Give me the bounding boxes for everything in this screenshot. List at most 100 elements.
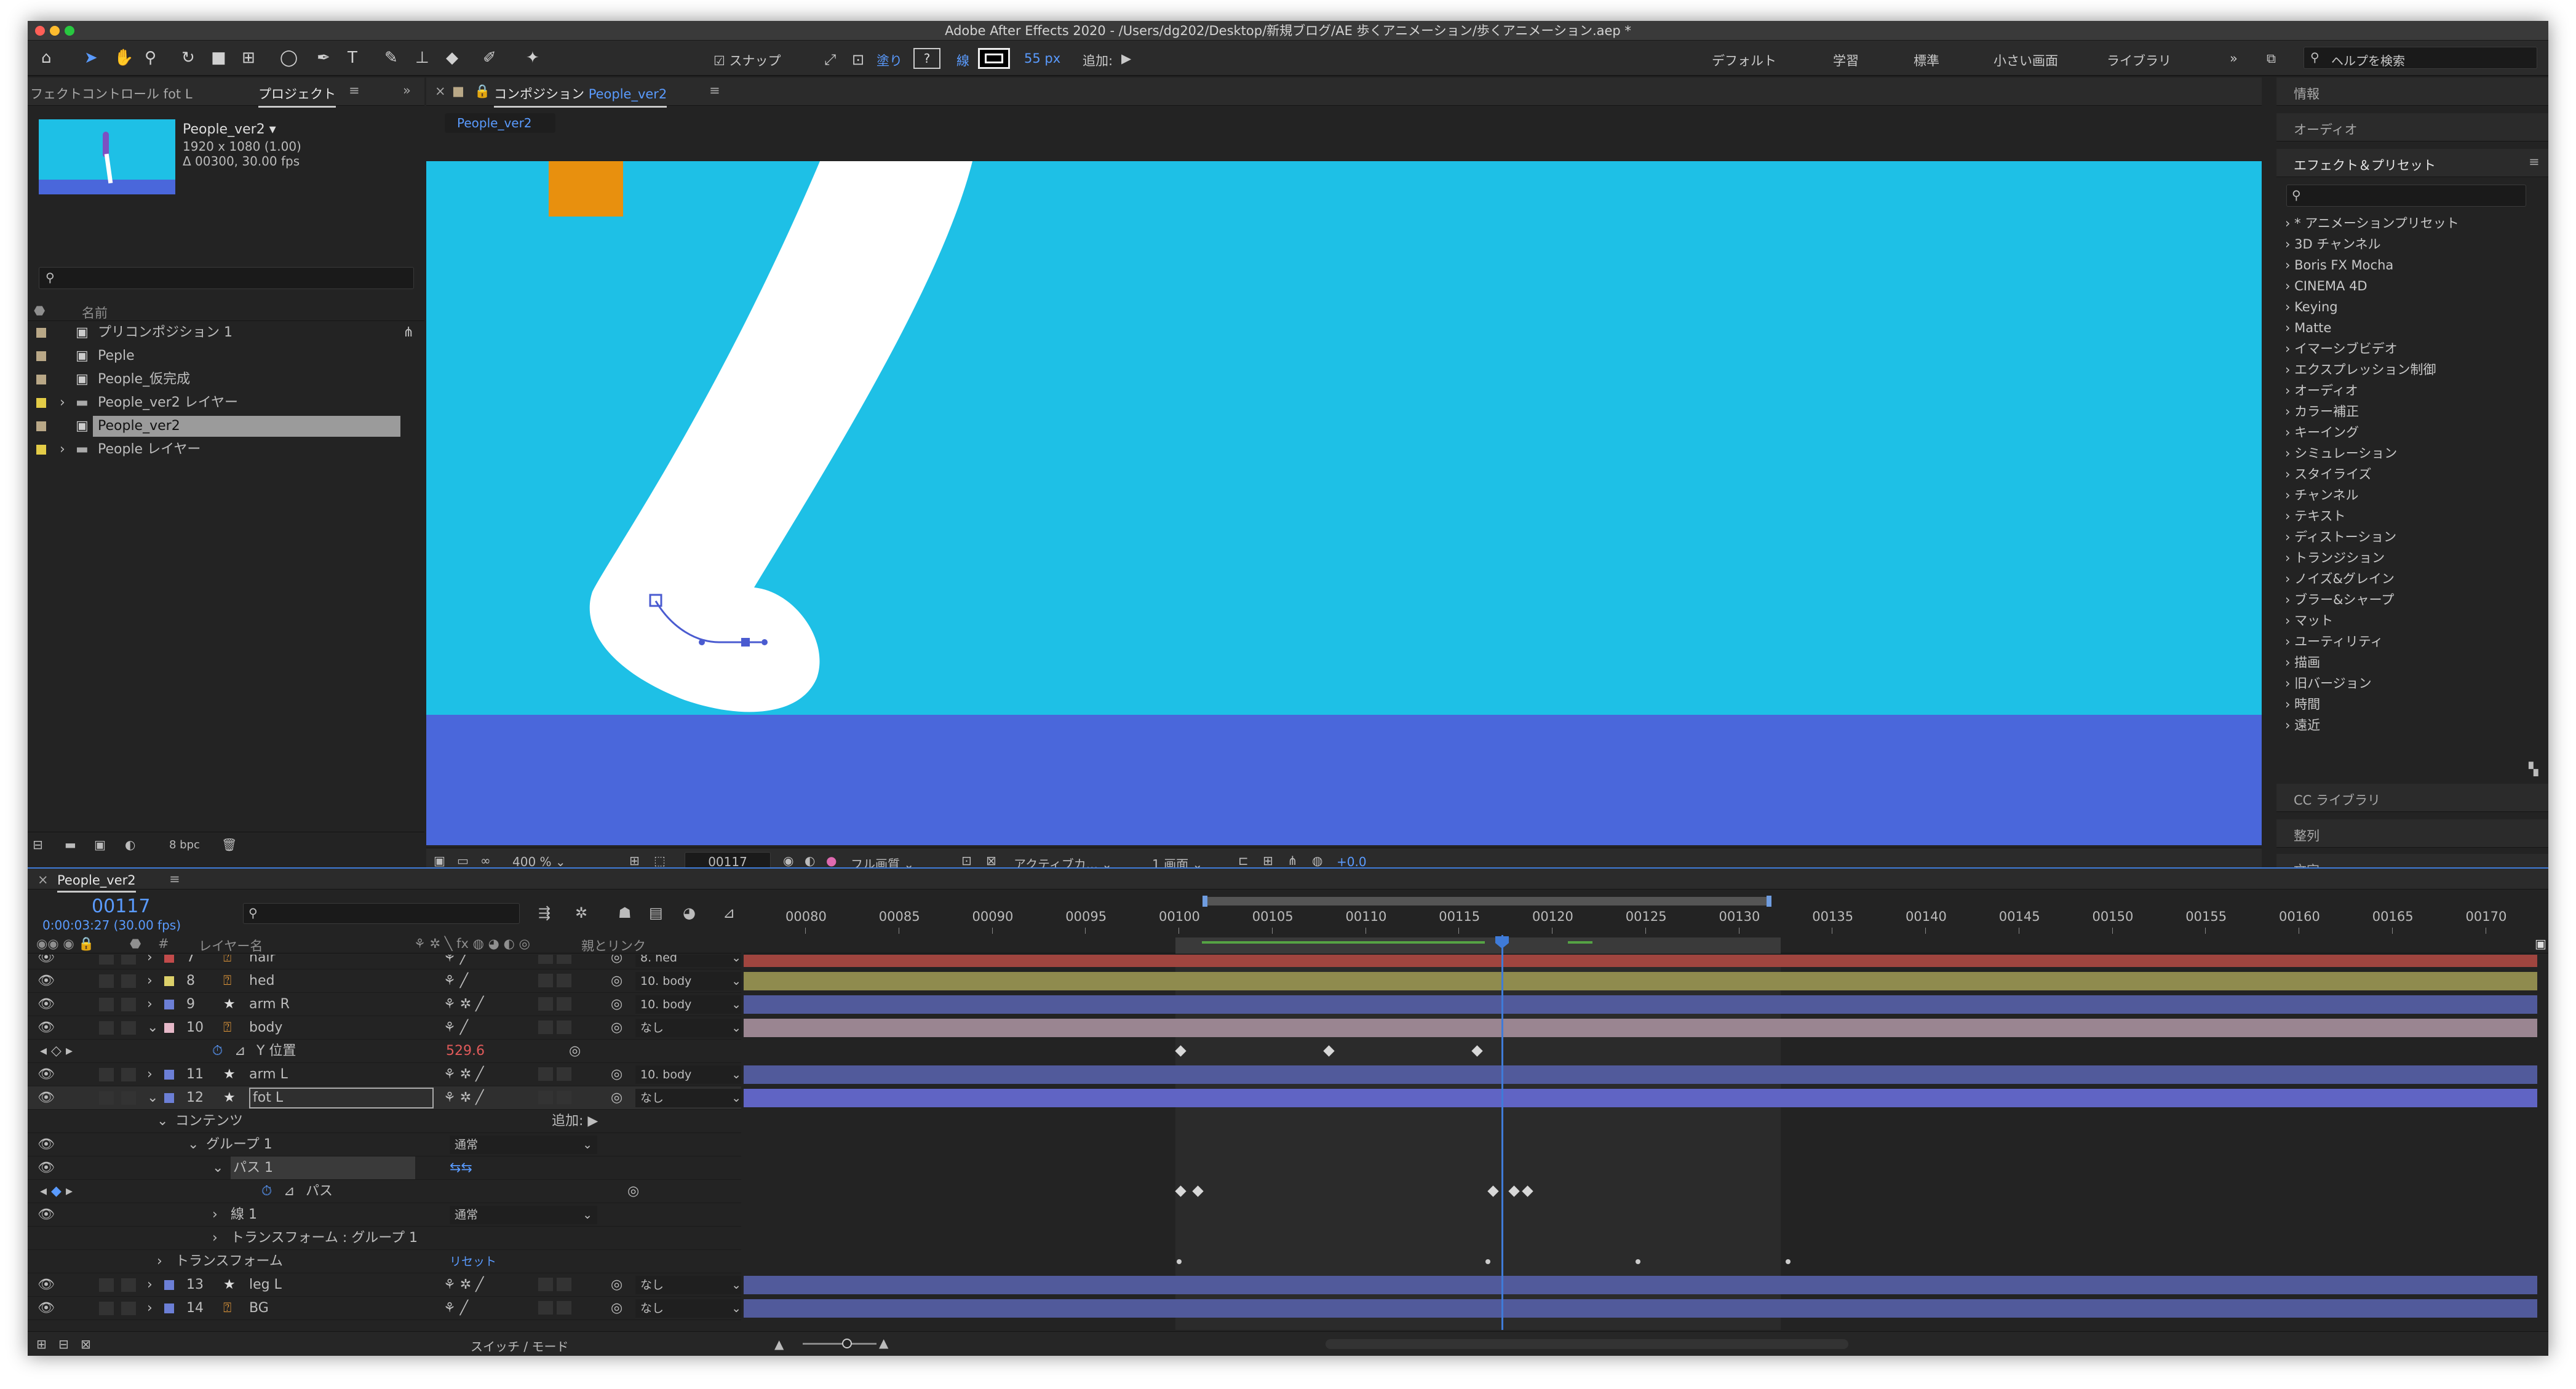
panel-menu-icon[interactable]: ≡ — [169, 872, 180, 886]
camera-snapshot-icon[interactable]: ◉ — [783, 853, 793, 868]
region-of-interest-icon[interactable]: ⬚ — [654, 853, 666, 868]
flowchart-icon[interactable]: ⋔ — [1287, 853, 1298, 868]
show-snapshot-icon[interactable]: ◐ — [805, 853, 815, 868]
property-row[interactable]: ◂ ◆ ▸ ⏱ ⊿ パス ◎ — [28, 1180, 741, 1203]
snap-grid-icon[interactable]: ⊡ — [852, 51, 864, 68]
lock-toggle[interactable] — [121, 1068, 136, 1081]
close-tab-icon[interactable]: × — [435, 84, 446, 98]
expression-pick-whip-icon[interactable]: ◎ — [569, 1040, 581, 1063]
parent-dropdown[interactable]: 10. body ⌄ — [635, 995, 741, 1014]
effects-panel-header[interactable]: エフェクト＆プリセット ≡ — [2276, 149, 2548, 177]
effect-category-item[interactable]: › Matte — [2285, 317, 2331, 338]
switch-box[interactable] — [538, 1067, 553, 1081]
layer-row[interactable]: 👁 › 8 ⍰ hed ⚘ ╱ ◎ 10. body ⌄ — [28, 969, 741, 993]
work-area-range[interactable] — [1175, 937, 1781, 953]
workspace-small-screen[interactable]: 小さい画面 — [1994, 51, 2058, 70]
layer-duration-bar[interactable] — [744, 1065, 2537, 1084]
eye-icon[interactable]: 👁 — [38, 1156, 55, 1180]
minimize-window-button[interactable] — [50, 26, 60, 36]
layer-switches[interactable]: ⚘ ✲ ╱ — [443, 1086, 483, 1110]
eye-icon[interactable]: 👁 — [38, 993, 55, 1016]
layer-switches[interactable]: ⚘ ╱ — [443, 969, 468, 993]
eye-icon[interactable]: 👁 — [38, 1297, 55, 1320]
expression-pick-whip-icon[interactable]: ◎ — [627, 1180, 639, 1203]
effect-category-item[interactable]: › ディストーション — [2285, 527, 2396, 547]
bit-depth[interactable]: 8 bpc — [169, 838, 200, 851]
effect-category-item[interactable]: › エクスプレッション制御 — [2285, 359, 2436, 380]
toggle-switches-modes-button[interactable]: スイッチ / モード — [471, 1337, 568, 1355]
layer-duration-bar[interactable] — [744, 1276, 2537, 1294]
rotate-tool-icon[interactable]: ↻ — [181, 47, 195, 69]
switch-box[interactable] — [538, 997, 553, 1011]
reset-transform-link[interactable]: リセット — [450, 1250, 496, 1273]
switch-box[interactable] — [538, 1021, 553, 1034]
property-row[interactable]: ◂ ◇ ▸ ⏱ ⊿ Y 位置 529.6 ◎ — [28, 1040, 741, 1063]
project-item[interactable]: › ▬ People レイヤー — [28, 438, 424, 461]
chevron-icon[interactable]: ⌄ — [157, 1110, 168, 1133]
comp-viewer[interactable] — [426, 161, 2262, 845]
layer-duration-bar[interactable] — [744, 995, 2537, 1014]
parent-dropdown[interactable]: なし ⌄ — [635, 1019, 741, 1037]
cc-libraries-header[interactable]: CC ライブラリ — [2276, 784, 2548, 812]
interpret-footage-icon[interactable]: ⊟ — [33, 837, 43, 852]
effect-category-item[interactable]: › ブラー&シャープ — [2285, 589, 2394, 610]
stroke-label[interactable]: 線 — [956, 51, 969, 70]
clone-stamp-tool-icon[interactable]: ⊥ — [415, 47, 429, 69]
switch-box[interactable] — [538, 1091, 553, 1104]
switch-box[interactable] — [557, 1301, 571, 1315]
label-color-swatch[interactable] — [36, 445, 46, 455]
lock-toggle[interactable] — [121, 974, 136, 988]
effect-category-item[interactable]: › 描画 — [2285, 652, 2320, 673]
name-column-header[interactable]: 名前 — [82, 303, 108, 322]
chevron-right-icon[interactable]: › — [147, 955, 153, 969]
keyframe-summary-dot[interactable] — [1177, 1259, 1182, 1264]
layer-duration-bar[interactable] — [744, 1019, 2537, 1037]
hand-tool-icon[interactable]: ✋ — [114, 47, 133, 69]
switch-box[interactable] — [557, 955, 571, 964]
layer-row[interactable]: 👁 › 13 ★ leg L ⚘ ✲ ╱ ◎ なし ⌄ — [28, 1273, 741, 1297]
layer-switches[interactable]: ⚘ ╱ — [443, 1016, 468, 1040]
lock-toggle[interactable] — [121, 955, 136, 965]
draft-3d-icon[interactable]: ✲ — [575, 904, 587, 921]
timecode-display[interactable]: 00117 — [92, 896, 150, 917]
timeline-expand-icon[interactable]: ▣ — [2535, 936, 2546, 951]
effect-category-item[interactable]: › ユーティリティ — [2285, 631, 2383, 652]
keyframe-nav-icon[interactable]: ◂ ◇ ▸ — [40, 1040, 73, 1063]
graph-toggle-icon[interactable]: ⊿ — [234, 1040, 245, 1063]
parent-dropdown[interactable]: 8. hed ⌄ — [635, 955, 741, 967]
workspace-learn[interactable]: 学習 — [1833, 51, 1859, 70]
layer-duration-bar[interactable] — [744, 1089, 2537, 1107]
chevron-right-icon[interactable]: ⌄ — [147, 1016, 158, 1040]
work-area-bar[interactable] — [1203, 897, 1771, 905]
layer-row[interactable]: 👁 › 7 ⍰ hair ⚘ ╱ ◎ 8. hed ⌄ — [28, 955, 741, 969]
effect-category-item[interactable]: › 遠近 — [2285, 715, 2320, 736]
effect-category-item[interactable]: › 3D チャンネル — [2285, 234, 2381, 255]
chevron-right-icon[interactable]: › — [60, 391, 65, 415]
frame-blending-icon[interactable]: ▤ — [649, 904, 663, 921]
layer-row[interactable]: 👁 › 11 ★ arm L ⚘ ✲ ╱ ◎ 10. body ⌄ — [28, 1063, 741, 1086]
tab-composition[interactable]: コンポジション People_ver2 — [494, 84, 667, 108]
label-color-swatch[interactable] — [164, 1303, 174, 1313]
switch-box[interactable] — [538, 1301, 553, 1315]
layer-row[interactable]: 👁 › 14 ⍰ BG ⚘ ╱ ◎ なし ⌄ — [28, 1297, 741, 1320]
add-content-button[interactable]: 追加: ▶ — [552, 1110, 598, 1133]
effect-category-item[interactable]: › Boris FX Mocha — [2285, 255, 2393, 276]
panel-menu-icon[interactable]: ≡ — [709, 83, 720, 98]
eye-icon[interactable]: 👁 — [38, 969, 55, 993]
effect-category-item[interactable]: › チャンネル — [2285, 485, 2358, 506]
transparency-grid-icon[interactable]: ⊠ — [986, 853, 996, 868]
switch-box[interactable] — [557, 1021, 571, 1034]
switch-box[interactable] — [557, 1091, 571, 1104]
workspace-standard[interactable]: 標準 — [1914, 51, 1939, 70]
effect-category-item[interactable]: › 旧バージョン — [2285, 673, 2372, 694]
label-color-swatch[interactable] — [164, 1000, 174, 1009]
property-group-row[interactable]: › トランスフォーム : グループ 1 — [28, 1227, 741, 1250]
selection-tool-icon[interactable]: ➤ — [84, 47, 98, 69]
snap-options-icon[interactable]: ⤢ — [824, 51, 836, 68]
text-tool-icon[interactable]: T — [348, 47, 357, 69]
effect-category-item[interactable]: › CINEMA 4D — [2285, 276, 2367, 297]
info-panel-header[interactable]: 情報 — [2276, 78, 2548, 106]
pick-whip-icon[interactable]: ◎ — [611, 1016, 622, 1040]
project-item[interactable]: ▣ People_ver2 — [28, 415, 424, 438]
toggle-pixel-aspect-icon[interactable]: ⊏ — [1238, 853, 1249, 868]
